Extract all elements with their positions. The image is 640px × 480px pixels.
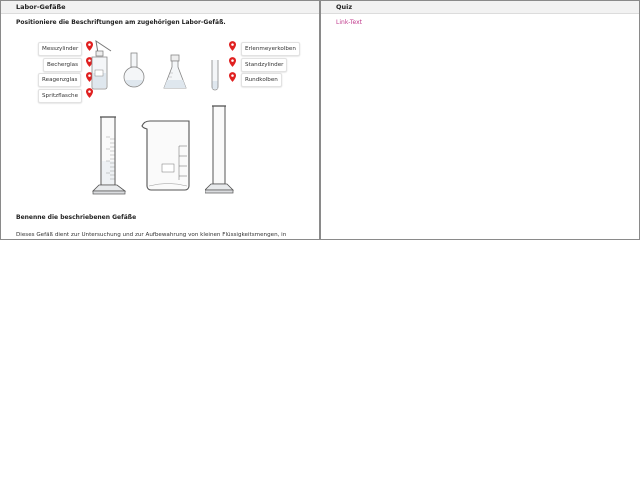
rundkolben-image	[123, 52, 145, 88]
quiz-panel: Quiz Link-Text	[320, 0, 640, 240]
labor-gefaesse-panel: Labor-Gefäße Positioniere die Beschriftu…	[0, 0, 320, 240]
erlenmeyerkolben-image	[163, 54, 187, 89]
instruction-text: Positioniere die Beschriftungen am zugeh…	[16, 19, 226, 26]
label-becherglas[interactable]: Becherglas	[43, 58, 82, 72]
label-messzylinder[interactable]: Messzylinder	[38, 42, 83, 56]
panel-title: Labor-Gefäße	[1, 1, 319, 14]
becherglas-image	[141, 120, 190, 191]
section-title: Benenne die beschriebenen Gefäße	[16, 214, 137, 221]
map-pin-icon[interactable]	[229, 72, 236, 82]
map-pin-icon[interactable]	[229, 41, 236, 51]
label-reagenzglas[interactable]: Reagenzglas	[38, 73, 82, 87]
label-rundkolben[interactable]: Rundkolben	[241, 73, 282, 87]
panel-title: Quiz	[321, 1, 639, 14]
messzylinder-image	[92, 116, 127, 195]
label-spritzflasche[interactable]: Spritzflasche	[38, 89, 83, 103]
link-text[interactable]: Link-Text	[336, 19, 362, 26]
label-standzylinder[interactable]: Standzylinder	[241, 58, 288, 72]
label-erlenmeyerkolben[interactable]: Erlenmeyerkolben	[241, 42, 300, 56]
reagenzglas-image	[211, 60, 219, 91]
spritzflasche-image	[91, 39, 112, 90]
map-pin-icon[interactable]	[229, 57, 236, 67]
description-paragraph: Dieses Gefäß dient zur Untersuchung und …	[16, 232, 287, 238]
standzylinder-image	[205, 105, 234, 194]
